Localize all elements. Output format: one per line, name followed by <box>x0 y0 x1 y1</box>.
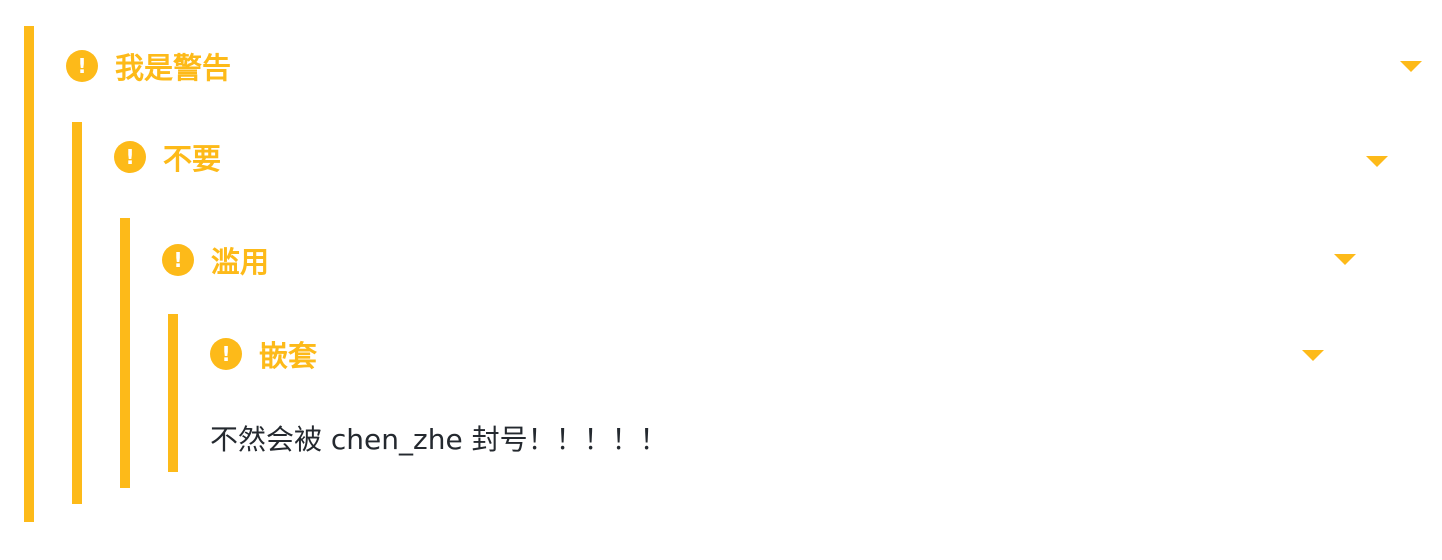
warning-callout-level-1: ! 我是警告 ! 不要 ! 滥用 ! 嵌套 不然会被 chen_zhe 封号！！… <box>24 26 1434 522</box>
caret-down-icon[interactable] <box>1334 254 1356 265</box>
warning-callout-level-4: ! 嵌套 不然会被 chen_zhe 封号！！！！！ <box>168 314 1338 472</box>
callout-title: 嵌套 <box>259 339 318 373</box>
exclamation-circle-icon: ! <box>210 338 242 370</box>
callout-title: 我是警告 <box>115 51 232 85</box>
callout-title: 不要 <box>163 142 222 176</box>
callout-header-level-2[interactable]: ! 不要 <box>114 139 1402 176</box>
callout-header-level-3[interactable]: ! 滥用 <box>162 242 1370 279</box>
exclamation-circle-icon: ! <box>162 244 194 276</box>
caret-down-icon[interactable] <box>1302 350 1324 361</box>
callout-title: 滥用 <box>211 245 270 279</box>
warning-callout-level-2: ! 不要 ! 滥用 ! 嵌套 不然会被 chen_zhe 封号！！！！！ <box>72 122 1402 504</box>
callout-content: 不然会被 chen_zhe 封号！！！！！ <box>210 423 668 456</box>
exclamation-circle-icon: ! <box>66 50 98 82</box>
callout-header-level-1[interactable]: ! 我是警告 <box>66 48 1434 85</box>
callout-header-level-4[interactable]: ! 嵌套 <box>210 336 1338 373</box>
caret-down-icon[interactable] <box>1400 61 1422 72</box>
warning-callout-level-3: ! 滥用 ! 嵌套 不然会被 chen_zhe 封号！！！！！ <box>120 218 1370 488</box>
caret-down-icon[interactable] <box>1366 156 1388 167</box>
exclamation-circle-icon: ! <box>114 141 146 173</box>
